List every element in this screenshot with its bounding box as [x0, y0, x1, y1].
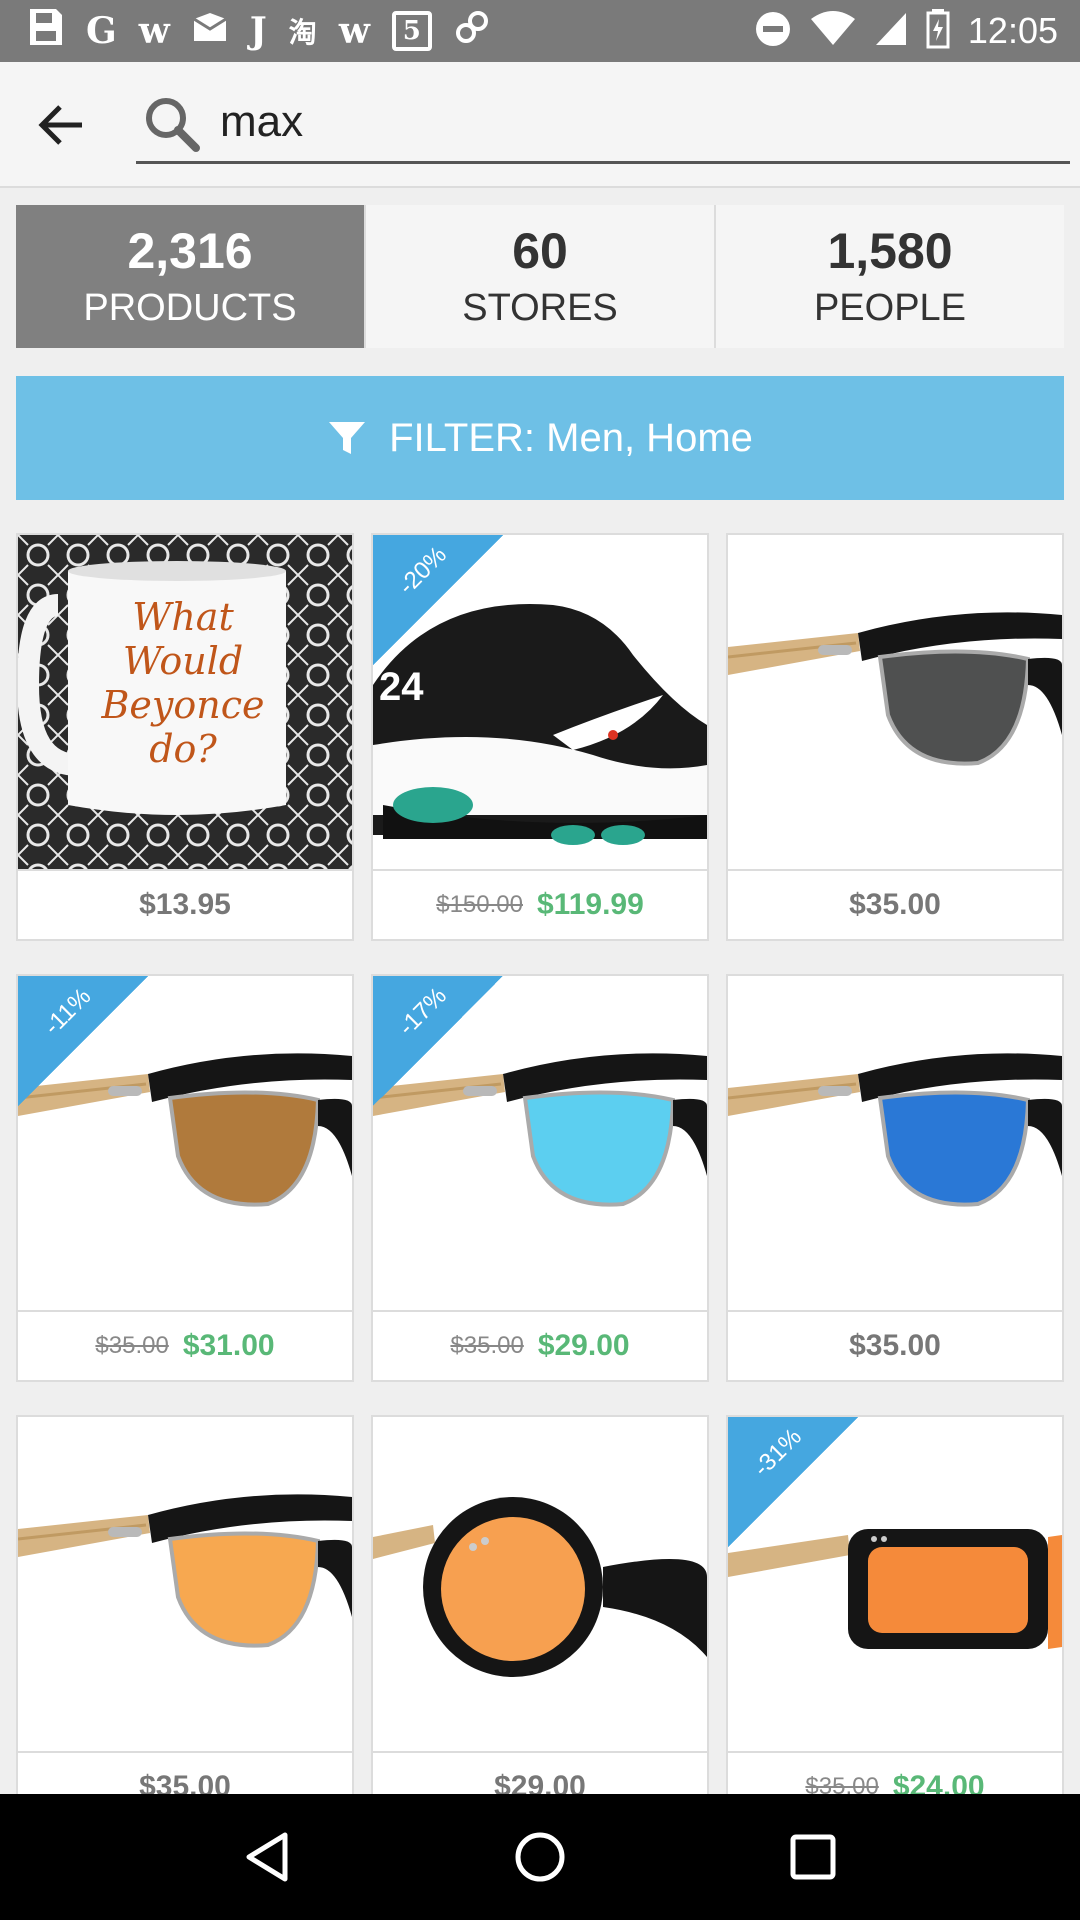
product-price: $35.00 $31.00 — [18, 1310, 352, 1380]
nav-recents-button[interactable] — [765, 1809, 861, 1905]
notification-icons: G w J 淘 w 5 — [28, 8, 490, 54]
product-price: $35.00 — [728, 1310, 1062, 1380]
price: $35.00 — [849, 1329, 941, 1362]
discount-label: -31% — [748, 1423, 808, 1483]
product-image — [18, 1417, 352, 1751]
product-card[interactable]: -11% $35.00 $31.00 — [16, 974, 354, 1382]
nav-back-button[interactable] — [219, 1809, 315, 1905]
app-root: G w J 淘 w 5 12:05 max 2,316 PRODUCTS 60 … — [0, 0, 1080, 1920]
product-card[interactable]: -17% $35.00 $29.00 — [371, 974, 709, 1382]
app-notification-icon: w — [338, 10, 370, 52]
signal-icon — [874, 11, 908, 52]
product-image: What Would Beyonce do? — [18, 535, 352, 869]
filter-button[interactable]: FILTER: Men, Home — [16, 376, 1064, 500]
back-button[interactable] — [30, 95, 94, 155]
tab-label: STORES — [462, 286, 618, 329]
discount-badge: -31% — [728, 1417, 858, 1547]
product-price: $35.00 $29.00 — [373, 1310, 707, 1380]
search-field[interactable]: max — [136, 84, 1070, 164]
product-card[interactable]: $35.00 — [726, 974, 1064, 1382]
app-notification-icon: 淘 — [288, 16, 317, 49]
mug-text: What Would Beyonce do? — [101, 595, 265, 771]
tab-count: 1,580 — [827, 222, 953, 279]
product-card[interactable]: What Would Beyonce do? $13.95 — [16, 533, 354, 941]
product-card[interactable]: $35.00 — [16, 1415, 354, 1823]
discount-badge: -11% — [18, 976, 148, 1106]
tab-products[interactable]: 2,316 PRODUCTS — [16, 205, 364, 348]
product-image — [728, 976, 1062, 1310]
product-price: $35.00 — [728, 869, 1062, 939]
product-card[interactable]: -31% $35.00 $24.00 — [726, 1415, 1064, 1823]
discount-badge: -17% — [373, 976, 503, 1106]
product-card[interactable]: $35.00 — [726, 533, 1064, 941]
tab-stores[interactable]: 60 STORES — [364, 205, 714, 348]
filter-label: FILTER: Men, Home — [389, 415, 753, 460]
system-icons: 12:05 — [754, 8, 1058, 54]
status-bar: G w J 淘 w 5 12:05 — [0, 0, 1080, 62]
clock: 12:05 — [967, 10, 1058, 51]
product-card[interactable]: $29.00 — [371, 1415, 709, 1823]
sneaker-number: 24 — [379, 665, 424, 709]
nav-home-button[interactable] — [492, 1809, 588, 1905]
mail-notification-icon — [192, 10, 228, 52]
magnifier-icon — [146, 98, 200, 152]
product-image — [728, 535, 1062, 869]
discount-label: -11% — [38, 982, 97, 1041]
tab-label: PEOPLE — [813, 286, 967, 329]
result-tabs: 2,316 PRODUCTS 60 STORES 1,580 PEOPLE — [16, 205, 1064, 348]
product-card[interactable]: 24 -20% $150.00 $119.99 — [371, 533, 709, 941]
product-price: $150.00 $119.99 — [373, 869, 707, 939]
tab-count: 2,316 — [127, 222, 253, 279]
app-notification-icon: 5 — [391, 11, 432, 51]
price: $35.00 — [849, 888, 941, 921]
product-grid: What Would Beyonce do? $13.95 24 -20% $1… — [16, 533, 1064, 1823]
funnel-icon — [329, 422, 366, 454]
product-image — [373, 1417, 707, 1751]
do-not-disturb-icon — [754, 10, 792, 53]
sale-price: $31.00 — [182, 1329, 275, 1362]
recents-square-icon — [790, 1834, 836, 1880]
back-triangle-icon — [246, 1832, 288, 1882]
original-price: $35.00 — [95, 1332, 169, 1359]
wifi-icon — [810, 10, 856, 52]
discount-label: -20% — [393, 541, 453, 601]
app-notification-icon: G — [86, 10, 117, 52]
arrow-left-icon — [38, 105, 82, 145]
home-circle-icon — [515, 1832, 565, 1882]
tab-count: 60 — [512, 222, 568, 279]
search-bar: max — [0, 62, 1080, 188]
battery-icon — [926, 8, 950, 54]
search-input[interactable]: max — [220, 92, 303, 152]
app-notification-icon: J — [249, 10, 267, 52]
app-notification-icon: w — [138, 10, 170, 52]
discount-badge: -20% — [373, 535, 503, 665]
save-notification-icon — [28, 7, 64, 56]
link-notification-icon — [454, 7, 490, 56]
discount-label: -17% — [393, 982, 453, 1042]
original-price: $150.00 — [436, 891, 523, 918]
sale-price: $119.99 — [536, 888, 644, 921]
product-price: $13.95 — [18, 869, 352, 939]
sale-price: $29.00 — [537, 1329, 630, 1362]
original-price: $35.00 — [450, 1332, 524, 1359]
price: $13.95 — [139, 888, 231, 921]
tab-people[interactable]: 1,580 PEOPLE — [714, 205, 1064, 348]
tab-label: PRODUCTS — [83, 286, 297, 329]
navigation-bar — [0, 1794, 1080, 1920]
